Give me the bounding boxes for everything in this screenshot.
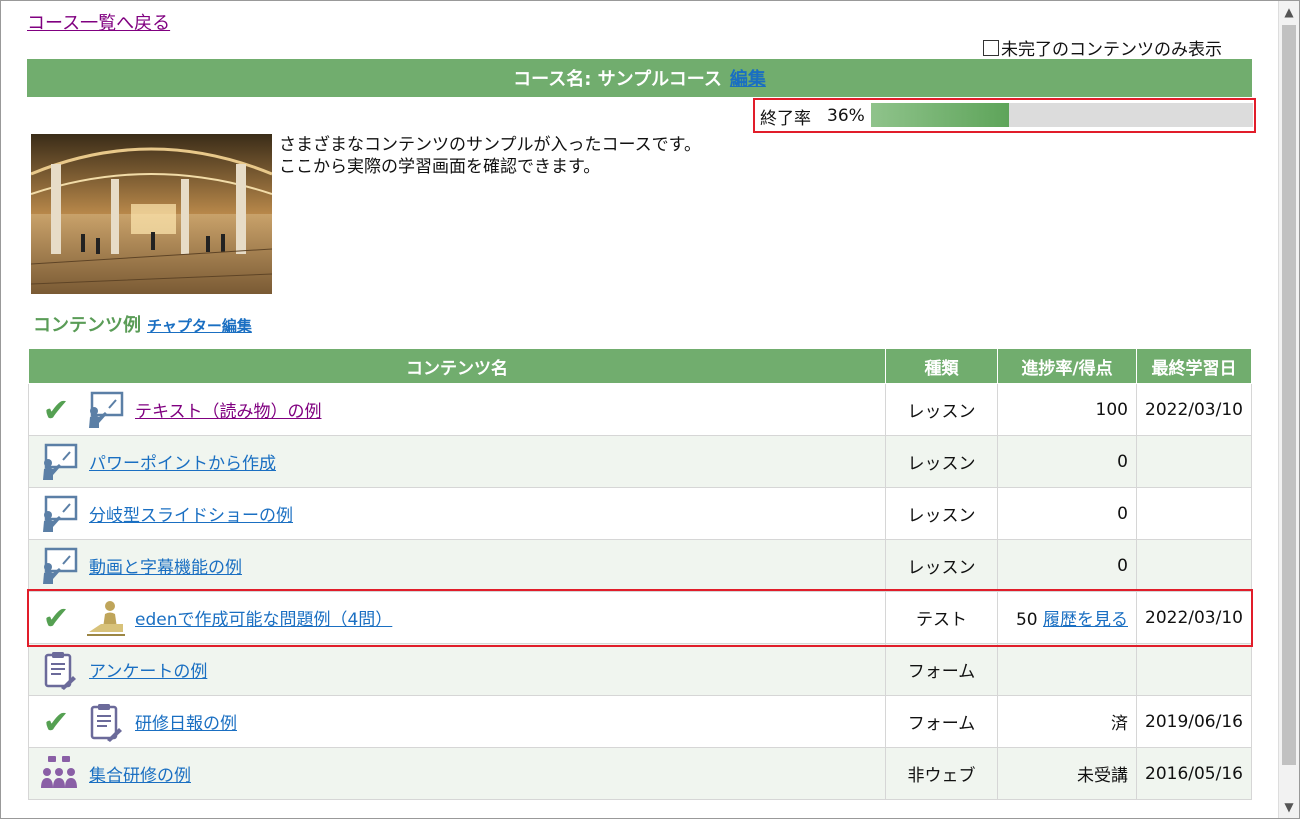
table-row: ✔ edenで作成可能な問題例（4問） テスト 50 履歴を見る 2022/03/10 [28,591,1252,644]
content-type-cell: レッスン [885,383,998,436]
last-study-date-cell [1136,435,1252,488]
content-type-cell: フォーム [885,643,998,696]
scroll-down-icon[interactable]: ▼ [1279,798,1299,816]
content-name-cell: パワーポイントから作成 [28,435,886,488]
header-type: 種類 [885,348,998,384]
content-score-cell: 0 [997,539,1137,592]
content-score-cell: 0 [997,487,1137,540]
clipboard-form-icon [83,702,127,742]
content-link[interactable]: 動画と字幕機能の例 [89,553,242,578]
content-name-cell: ✔ edenで作成可能な問題例（4問） [28,591,886,644]
table-row: ✔ 研修日報の例 フォーム 済 2019/06/16 [28,695,1252,748]
content-link[interactable]: パワーポイントから作成 [89,449,276,474]
contents-table: コンテンツ名 種類 進捗率/得点 最終学習日 ✔ テキスト（読み物）の例 レッスン 1… [28,348,1252,800]
table-row: パワーポイントから作成 レッスン 0 [28,435,1252,488]
table-row: 動画と字幕機能の例 レッスン 0 [28,539,1252,592]
clipboard-form-icon [37,650,81,690]
course-edit-link[interactable]: 編集 [730,65,766,91]
view-history-link[interactable]: 履歴を見る [1043,610,1128,630]
content-link[interactable]: アンケートの例 [89,657,207,682]
content-type-cell: レッスン [885,539,998,592]
last-study-date-cell: 2022/03/10 [1136,591,1252,644]
last-study-date-cell [1136,643,1252,696]
completion-progress-bar [871,103,1253,127]
table-row: 分岐型スライドショーの例 レッスン 0 [28,487,1252,540]
content-name-cell: 分岐型スライドショーの例 [28,487,886,540]
last-study-date-cell [1136,539,1252,592]
course-description-line-2: ここから実際の学習画面を確認できます。 [279,157,601,177]
course-thumbnail-image [31,134,272,294]
completion-rate-label: 終了率 [760,109,811,129]
content-link[interactable]: 分岐型スライドショーの例 [89,501,293,526]
content-name-cell: ✔ テキスト（読み物）の例 [28,383,886,436]
course-description: さまざまなコンテンツのサンプルが入ったコースです。 ここから実際の学習画面を確認… [279,134,701,178]
completed-check-icon: ✔ [42,390,70,429]
completed-check-icon: ✔ [42,702,70,741]
back-to-course-list-link[interactable]: コース一覧へ戻る [27,9,170,35]
header-score: 進捗率/得点 [997,348,1137,384]
score-value: 0 [1117,503,1128,524]
last-study-date-cell: 2022/03/10 [1136,383,1252,436]
content-name-cell: 集合研修の例 [28,747,886,800]
content-type-cell: テスト [885,591,998,644]
content-type-cell: レッスン [885,435,998,488]
content-type-cell: レッスン [885,487,998,540]
chapter-edit-link[interactable]: チャプター編集 [147,315,252,336]
score-value: 未受講 [1077,766,1128,786]
score-value: 0 [1117,451,1128,472]
content-score-cell: 100 [997,383,1137,436]
course-title: コース名: サンプルコース [513,69,722,90]
last-study-date-cell: 2019/06/16 [1136,695,1252,748]
vertical-scrollbar[interactable]: ▲ ▼ [1278,1,1299,818]
content-score-cell [997,643,1137,696]
header-last-date: 最終学習日 [1136,348,1252,384]
test-person-icon [83,598,127,638]
section-header: コンテンツ例 チャプター編集 [33,311,252,337]
completion-progress-fill [871,103,1009,127]
completion-rate-box: 終了率 36% [753,98,1256,133]
table-row: 集合研修の例 非ウェブ 未受講 2016/05/16 [28,747,1252,800]
lesson-presentation-icon [37,494,81,534]
section-title: コンテンツ例 [33,315,141,336]
table-row: アンケートの例 フォーム [28,643,1252,696]
content-score-cell: 未受講 [997,747,1137,800]
score-value: 済 [1111,714,1128,734]
last-study-date-cell [1136,487,1252,540]
course-description-line-1: さまざまなコンテンツのサンプルが入ったコースです。 [279,135,701,155]
score-value: 0 [1117,555,1128,576]
contents-table-header: コンテンツ名 種類 進捗率/得点 最終学習日 [28,348,1252,384]
scrollbar-thumb[interactable] [1282,25,1296,765]
group-training-icon [37,754,81,794]
content-type-cell: フォーム [885,695,998,748]
content-name-cell: ✔ 研修日報の例 [28,695,886,748]
incomplete-filter-label: 未完了のコンテンツのみ表示 [1001,40,1222,60]
table-row: ✔ テキスト（読み物）の例 レッスン 100 2022/03/10 [28,383,1252,436]
scroll-up-icon[interactable]: ▲ [1279,3,1299,21]
course-header: コース名: サンプルコース 編集 [27,59,1252,97]
content-link[interactable]: 研修日報の例 [135,709,237,734]
content-score-cell: 50 履歴を見る [997,591,1137,644]
completed-check-icon: ✔ [42,598,70,637]
score-value: 100 [1095,399,1128,420]
content-link[interactable]: テキスト（読み物）の例 [135,397,322,422]
content-type-cell: 非ウェブ [885,747,998,800]
lesson-presentation-icon [83,390,127,430]
lesson-presentation-icon [37,442,81,482]
content-name-cell: アンケートの例 [28,643,886,696]
header-content-name: コンテンツ名 [28,348,886,384]
content-name-cell: 動画と字幕機能の例 [28,539,886,592]
last-study-date-cell: 2016/05/16 [1136,747,1252,800]
lesson-presentation-icon [37,546,81,586]
incomplete-filter[interactable]: 未完了のコンテンツのみ表示 [983,35,1222,60]
content-score-cell: 済 [997,695,1137,748]
page-frame: コース一覧へ戻る 未完了のコンテンツのみ表示 コース名: サンプルコース 編集 … [0,0,1300,819]
score-value: 50 [1015,610,1038,630]
completion-rate-value: 36% [827,106,865,126]
content-link[interactable]: 集合研修の例 [89,761,191,786]
incomplete-filter-checkbox[interactable] [983,39,999,56]
content-link[interactable]: edenで作成可能な問題例（4問） [135,605,392,630]
content-score-cell: 0 [997,435,1137,488]
